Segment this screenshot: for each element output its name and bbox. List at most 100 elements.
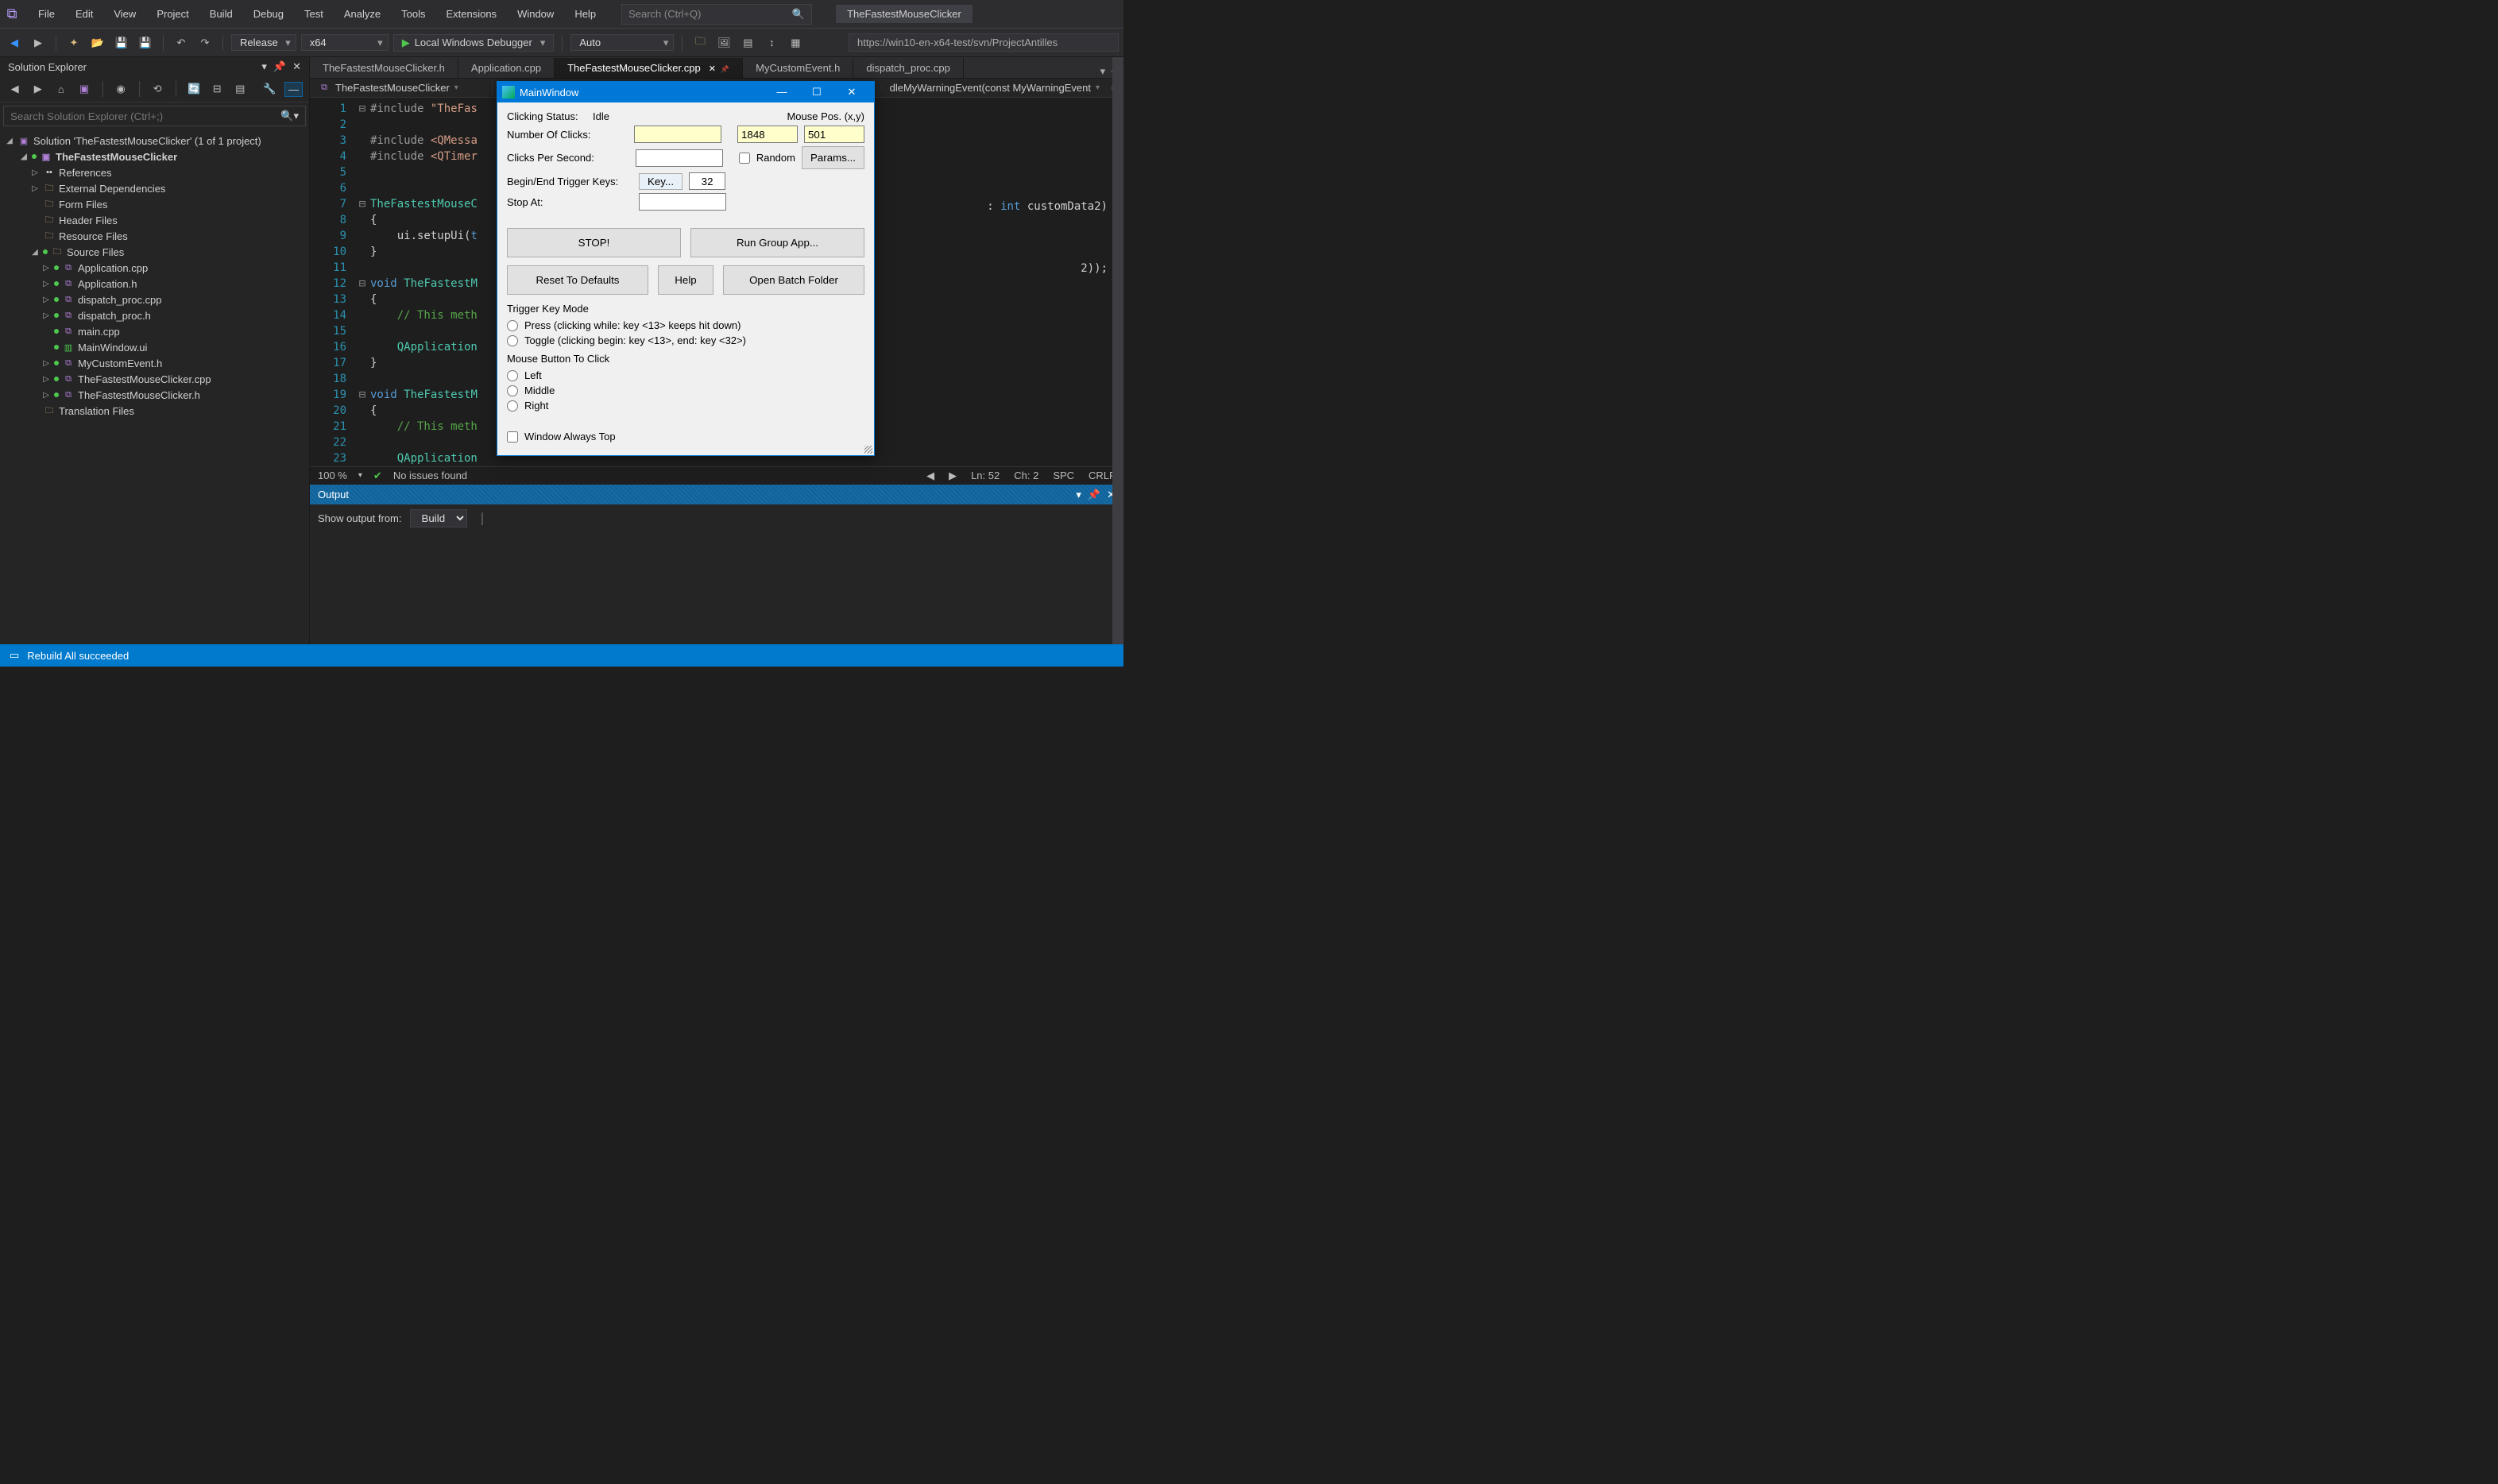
tree-file[interactable]: ▷⧉dispatch_proc.h xyxy=(0,307,309,323)
wrench-active-icon[interactable]: — xyxy=(284,82,303,97)
menu-file[interactable]: File xyxy=(29,5,64,23)
home-icon[interactable]: ⌂ xyxy=(52,79,69,99)
close-icon[interactable]: ✕ xyxy=(292,60,301,73)
tb-icon-4[interactable]: ↕ xyxy=(762,33,781,52)
menu-test[interactable]: Test xyxy=(295,5,333,23)
tree-folder[interactable]: ▷🗀External Dependencies xyxy=(0,180,309,196)
open-batch-button[interactable]: Open Batch Folder xyxy=(723,265,864,295)
nav-back-icon[interactable]: ◀ xyxy=(5,33,24,52)
always-top-checkbox[interactable] xyxy=(507,431,518,442)
back-icon[interactable]: ◀ xyxy=(6,79,23,99)
tree-folder[interactable]: ▷▪▪References xyxy=(0,164,309,180)
menu-tools[interactable]: Tools xyxy=(392,5,435,23)
platform-combo[interactable]: x64 xyxy=(301,34,389,51)
zoom-level[interactable]: 100 % xyxy=(318,470,347,481)
menu-build[interactable]: Build xyxy=(200,5,242,23)
solution-icon[interactable]: ▣ xyxy=(75,79,92,99)
mouse-y-input[interactable] xyxy=(804,126,864,143)
tree-file[interactable]: ▷⧉TheFastestMouseClicker.cpp xyxy=(0,371,309,387)
solution-search-input[interactable] xyxy=(4,106,274,126)
tree-file[interactable]: ▷⧉Application.h xyxy=(0,276,309,292)
right-radio[interactable]: Right xyxy=(507,400,864,412)
always-top-check[interactable]: Window Always Top xyxy=(507,431,864,442)
sync-icon[interactable]: ⟲ xyxy=(149,79,165,99)
dropdown-icon[interactable]: ▾ xyxy=(1100,65,1106,78)
tree-file[interactable]: ▥MainWindow.ui xyxy=(0,339,309,355)
config-combo[interactable]: Release xyxy=(231,34,296,51)
tab-active[interactable]: TheFastestMouseClicker.cpp✕ xyxy=(555,58,743,78)
eol-indicator[interactable]: CRLF xyxy=(1089,470,1116,482)
key-button[interactable]: Key... xyxy=(639,173,683,190)
reset-button[interactable]: Reset To Defaults xyxy=(507,265,648,295)
random-check[interactable]: Random xyxy=(739,152,795,164)
chevron-down-icon[interactable]: ▾ xyxy=(358,471,362,480)
menu-project[interactable]: Project xyxy=(147,5,198,23)
indent-indicator[interactable]: SPC xyxy=(1053,470,1074,482)
scope-icon[interactable]: ◉ xyxy=(112,79,129,99)
tree-folder[interactable]: 🗀Header Files xyxy=(0,212,309,228)
nav-fwd-icon[interactable]: ▶ xyxy=(29,33,48,52)
open-icon[interactable]: 📂 xyxy=(88,33,107,52)
tb-icon-1[interactable]: 🗀 xyxy=(690,33,710,52)
key-value-input[interactable] xyxy=(689,172,725,190)
dropdown-icon[interactable]: ▾ xyxy=(1076,489,1081,501)
tab[interactable]: Application.cpp xyxy=(458,58,555,78)
toggle-radio-input[interactable] xyxy=(507,335,518,346)
cps-input[interactable] xyxy=(636,149,723,167)
toggle-radio[interactable]: Toggle (clicking begin: key <13>, end: k… xyxy=(507,334,864,346)
menu-analyze[interactable]: Analyze xyxy=(334,5,390,23)
menu-view[interactable]: View xyxy=(104,5,145,23)
press-radio-input[interactable] xyxy=(507,320,518,331)
tb-icon-3[interactable]: ▤ xyxy=(738,33,757,52)
save-icon[interactable]: 💾 xyxy=(112,33,131,52)
tree-file[interactable]: ▷⧉dispatch_proc.cpp xyxy=(0,292,309,307)
menu-edit[interactable]: Edit xyxy=(66,5,102,23)
new-item-icon[interactable]: ✦ xyxy=(64,33,83,52)
num-clicks-input[interactable] xyxy=(634,126,721,143)
menu-extensions[interactable]: Extensions xyxy=(436,5,506,23)
help-button[interactable]: Help xyxy=(658,265,713,295)
pin-icon[interactable]: 📌 xyxy=(273,60,286,73)
save-all-icon[interactable]: 💾 xyxy=(136,33,155,52)
random-checkbox[interactable] xyxy=(739,153,750,164)
middle-radio[interactable]: Middle xyxy=(507,385,864,396)
maximize-button[interactable]: ☐ xyxy=(799,82,834,102)
output-source-select[interactable]: Build xyxy=(410,509,467,528)
tree-project[interactable]: ◢▣TheFastestMouseClicker xyxy=(0,149,309,164)
tree-solution[interactable]: ◢▣Solution 'TheFastestMouseClicker' (1 o… xyxy=(0,133,309,149)
tb-icon-5[interactable]: ▦ xyxy=(786,33,805,52)
left-radio[interactable]: Left xyxy=(507,369,864,381)
tab[interactable]: MyCustomEvent.h xyxy=(743,58,853,78)
tree-file[interactable]: ▷⧉MyCustomEvent.h xyxy=(0,355,309,371)
tab[interactable]: TheFastestMouseClicker.h xyxy=(310,58,458,78)
crumb-project[interactable]: ⧉TheFastestMouseClicker▾ xyxy=(310,79,493,95)
address-box[interactable]: https://win10-en-x64-test/svn/ProjectAnt… xyxy=(849,33,1119,52)
scroll-left-icon[interactable]: ◀ xyxy=(926,470,934,482)
crumb-member[interactable]: dleMyWarningEvent(const MyWarningEvent▾ xyxy=(882,80,1108,95)
global-search[interactable]: Search (Ctrl+Q) 🔍 xyxy=(621,4,812,25)
press-radio[interactable]: Press (clicking while: key <13> keeps hi… xyxy=(507,319,864,331)
tab[interactable]: dispatch_proc.cpp xyxy=(853,58,964,78)
pin-icon[interactable]: 📌 xyxy=(1088,489,1100,501)
run-group-button[interactable]: Run Group App... xyxy=(690,228,864,257)
show-all-icon[interactable]: ▤ xyxy=(232,79,249,99)
left-radio-input[interactable] xyxy=(507,370,518,381)
tree-file[interactable]: ⧉main.cpp xyxy=(0,323,309,339)
stop-at-input[interactable] xyxy=(639,193,726,211)
tree-file[interactable]: ▷⧉TheFastestMouseClicker.h xyxy=(0,387,309,403)
start-debug-button[interactable]: ▶ Local Windows Debugger ▾ xyxy=(393,34,555,52)
menu-window[interactable]: Window xyxy=(508,5,563,23)
scroll-right-icon[interactable]: ▶ xyxy=(949,470,957,482)
params-button[interactable]: Params... xyxy=(802,146,864,169)
auto-combo[interactable]: Auto xyxy=(570,34,674,51)
tree-file[interactable]: ▷⧉Application.cpp xyxy=(0,260,309,276)
redo-icon[interactable]: ↷ xyxy=(195,33,215,52)
menu-help[interactable]: Help xyxy=(565,5,605,23)
fwd-icon[interactable]: ▶ xyxy=(29,79,46,99)
right-radio-input[interactable] xyxy=(507,400,518,412)
solution-search[interactable]: 🔍▾ xyxy=(3,106,306,126)
mouse-x-input[interactable] xyxy=(737,126,798,143)
close-button[interactable]: ✕ xyxy=(834,82,869,102)
tb-icon-2[interactable]: 🖼 xyxy=(714,33,733,52)
properties-icon[interactable]: 🔧 xyxy=(261,79,278,99)
